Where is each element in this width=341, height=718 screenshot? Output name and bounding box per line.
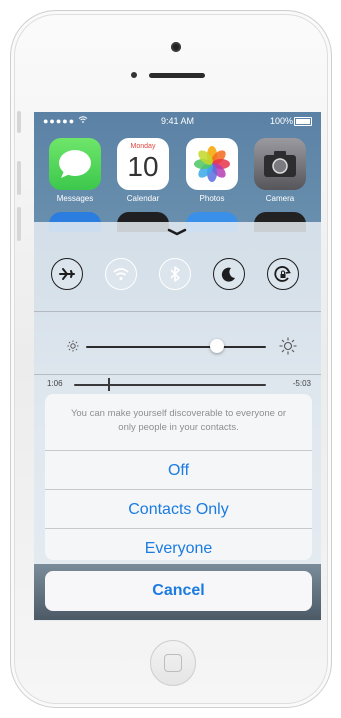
photos-icon (194, 146, 230, 182)
rotation-lock-icon (274, 266, 291, 282)
volume-up-button (17, 161, 21, 195)
volume-down-button (17, 207, 21, 241)
camera-icon (264, 151, 296, 177)
grabber-chevron-icon[interactable] (167, 228, 187, 236)
camera-label: Camera (265, 194, 295, 203)
calendar-app[interactable]: Monday 10 (117, 138, 169, 190)
cc-divider-2 (34, 374, 321, 375)
airplane-icon (59, 268, 75, 280)
front-camera (171, 42, 181, 52)
messages-app[interactable] (49, 138, 101, 190)
wifi-icon (113, 268, 129, 280)
brightness-low-icon (67, 340, 79, 352)
brightness-high-icon (279, 337, 297, 355)
status-bar: ●●●●● 9:41 AM 100% (34, 112, 321, 130)
bluetooth-icon (170, 266, 180, 282)
discoverable-action-sheet: You can make yourself discoverable to ev… (45, 394, 312, 560)
home-square-icon (164, 654, 182, 672)
camera-app[interactable] (254, 138, 306, 190)
proximity-sensor (131, 72, 137, 78)
music-remaining-time: -5:03 (292, 379, 311, 388)
brightness-slider-track (217, 346, 266, 348)
screen: ●●●●● 9:41 AM 100% Messages Monday 10 Ca… (34, 112, 321, 621)
do-not-disturb-toggle[interactable] (213, 258, 245, 290)
brightness-slider-knob[interactable] (210, 339, 225, 353)
earpiece-speaker (149, 73, 205, 78)
bluetooth-toggle[interactable] (159, 258, 191, 290)
brightness-slider-fill (86, 346, 218, 348)
photos-label: Photos (199, 194, 225, 203)
messages-icon (59, 150, 91, 178)
calendar-day-name: Monday (130, 143, 156, 150)
home-button[interactable] (150, 640, 196, 686)
wifi-toggle[interactable] (105, 258, 137, 290)
moon-icon (221, 267, 235, 282)
music-scrubber-track[interactable] (74, 384, 266, 386)
cc-divider-1 (34, 311, 321, 312)
music-elapsed-time: 1:06 (47, 379, 63, 388)
rotation-lock-toggle[interactable] (267, 258, 299, 290)
music-scrubber-knob[interactable] (107, 378, 110, 391)
calendar-label: Calendar (126, 194, 160, 203)
option-contacts-only-button[interactable]: Contacts Only (45, 489, 312, 529)
airplane-mode-toggle[interactable] (51, 258, 83, 290)
cancel-button[interactable]: Cancel (45, 571, 312, 611)
battery-icon (294, 117, 312, 126)
option-everyone-button[interactable]: Everyone (45, 528, 312, 560)
action-sheet-message-text: You can make yourself discoverable to ev… (70, 408, 287, 433)
action-sheet-message: You can make yourself discoverable to ev… (45, 394, 312, 450)
messages-label: Messages (56, 194, 94, 203)
calendar-day-number: 10 (127, 151, 159, 182)
option-off-button[interactable]: Off (45, 450, 312, 490)
photos-app[interactable] (186, 138, 238, 190)
battery-percent: 100% (269, 116, 293, 126)
mute-switch (17, 111, 21, 133)
